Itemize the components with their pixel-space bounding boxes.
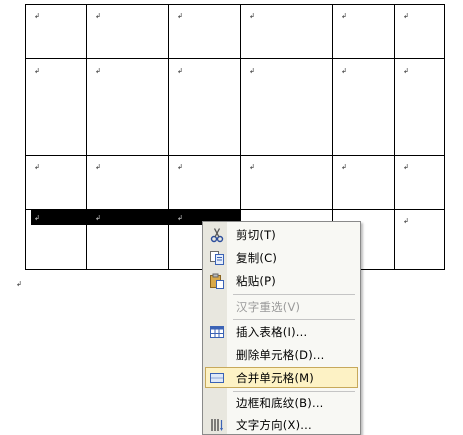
cell-end-mark: ↲ [177, 12, 183, 20]
cell-end-mark: ↲ [341, 67, 347, 75]
cell-end-mark: ↲ [249, 163, 255, 171]
menu-separator [233, 294, 355, 295]
menu-item-text-direction[interactable]: 文字方向(X)... [205, 414, 358, 434]
menu-item-label: 合并单元格(M) [236, 371, 314, 385]
menu-item-borders-shading[interactable]: 边框和底纹(B)... [205, 392, 358, 413]
cell-end-mark: ↲ [403, 67, 409, 75]
menu-item-merge-cells[interactable]: 合并单元格(M) [205, 367, 358, 388]
menu-item-label: 插入表格(I)... [236, 325, 308, 339]
cell-end-mark: ↲ [34, 12, 40, 20]
cell-end-mark: ↲ [249, 12, 255, 20]
copy-icon [209, 250, 225, 266]
menu-item-reconvert[interactable]: 汉字重选(V) [205, 296, 358, 317]
insert-table-icon [209, 324, 225, 340]
paste-icon [209, 273, 225, 289]
menu-separator [233, 319, 355, 320]
cell-end-mark: ↲ [403, 12, 409, 20]
table-border-left [25, 4, 26, 270]
document-page: ↲ ↲ ↲ ↲ ↲ ↲ ↲ ↲ ↲ ↲ ↲ ↲ ↲ ↲ ↲ ↲ ↲ ↲ ↲ ↲ … [0, 0, 463, 435]
text-direction-icon [209, 417, 225, 433]
menu-item-delete-cells[interactable]: 删除单元格(D)... [205, 344, 358, 365]
cell-end-mark: ↲ [403, 217, 409, 225]
cell-end-mark: ↲ [403, 163, 409, 171]
cell-end-mark: ↲ [177, 67, 183, 75]
menu-item-label: 删除单元格(D)... [236, 348, 325, 362]
table-column-line [168, 4, 169, 270]
menu-item-label: 复制(C) [236, 251, 278, 265]
menu-item-paste[interactable]: 粘贴(P) [205, 270, 358, 291]
table-border-right [444, 4, 445, 270]
cell-end-mark: ↲ [341, 12, 347, 20]
merge-cells-icon [209, 370, 225, 386]
cell-end-mark: ↲ [177, 163, 183, 171]
cell-end-mark: ↲ [34, 163, 40, 171]
table-column-line [394, 4, 395, 270]
scissors-icon [209, 227, 225, 243]
cell-end-mark: ↲ [341, 163, 347, 171]
table-row-line [25, 155, 445, 156]
context-menu[interactable]: 剪切(T) 复制(C) 粘贴(P) 汉字重选(V) 插入表格(I)... 删除单… [202, 221, 361, 435]
paragraph-mark: ↲ [16, 280, 22, 288]
menu-item-label: 剪切(T) [236, 228, 276, 242]
cell-end-mark: ↲ [95, 12, 101, 20]
table-column-line [86, 4, 87, 270]
cell-end-mark: ↲ [95, 163, 101, 171]
menu-item-copy[interactable]: 复制(C) [205, 247, 358, 268]
table-row-line [25, 58, 445, 59]
menu-item-label: 汉字重选(V) [236, 300, 301, 314]
menu-item-label: 粘贴(P) [236, 274, 276, 288]
menu-item-label: 边框和底纹(B)... [236, 396, 324, 410]
menu-item-label: 文字方向(X)... [236, 418, 312, 432]
table-border-top [25, 4, 445, 5]
menu-item-insert-table[interactable]: 插入表格(I)... [205, 321, 358, 342]
cell-end-mark: ↲ [95, 67, 101, 75]
cell-end-mark: ↲ [95, 214, 101, 222]
menu-item-cut[interactable]: 剪切(T) [205, 224, 358, 245]
cell-end-mark: ↲ [34, 214, 40, 222]
cell-end-mark: ↲ [177, 214, 183, 222]
cell-end-mark: ↲ [34, 67, 40, 75]
cell-end-mark: ↲ [249, 67, 255, 75]
